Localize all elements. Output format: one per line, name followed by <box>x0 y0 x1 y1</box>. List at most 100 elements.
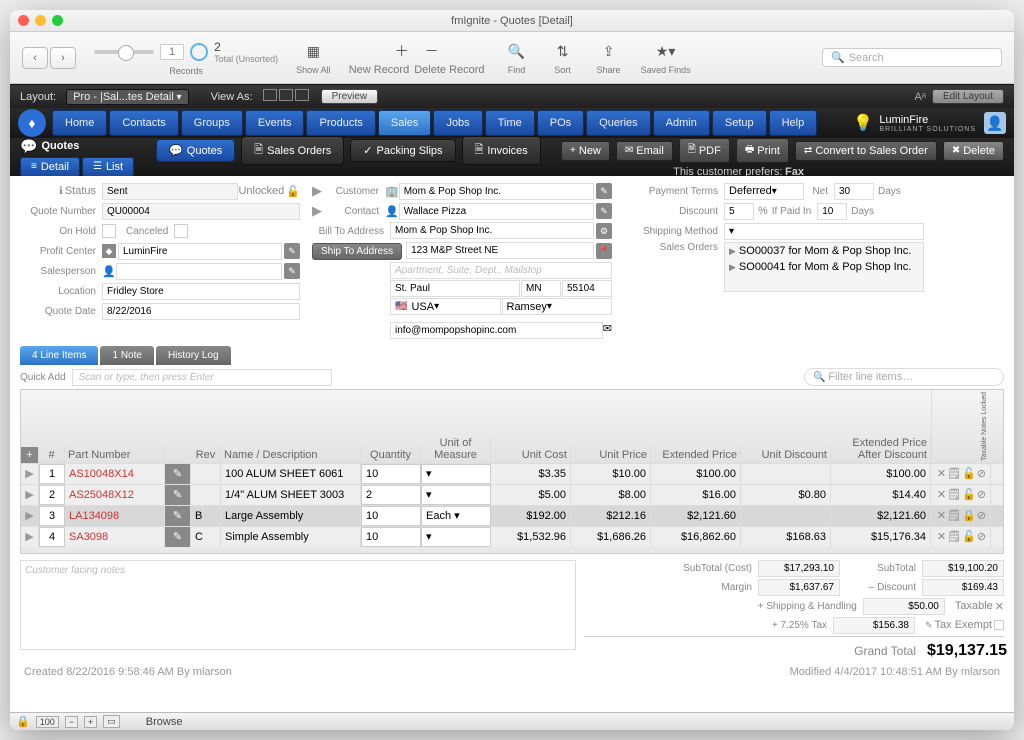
tab-invoices[interactable]: 🗎 Invoices <box>462 136 541 165</box>
edit-icon[interactable]: ✎ <box>596 203 612 219</box>
tab-salesorders[interactable]: 🗎 Sales Orders <box>241 136 344 165</box>
sort-icon[interactable]: ⇅ <box>549 41 577 63</box>
view-as-icons[interactable] <box>263 89 311 104</box>
location-field[interactable]: Fridley Store <box>102 283 300 300</box>
delete-icon[interactable]: ⊘ <box>977 509 986 522</box>
edit-icon[interactable]: ✎ <box>165 527 191 547</box>
billto-company[interactable]: Mom & Pop Shop Inc. <box>390 222 594 239</box>
edit-icon[interactable]: ✎ <box>596 183 612 199</box>
street-field[interactable]: 123 M&P Street NE <box>406 242 594 259</box>
note-icon[interactable]: 🗒 <box>947 467 961 480</box>
tab-history[interactable]: History Log <box>156 346 231 365</box>
play-icon[interactable]: ▶ <box>21 464 39 484</box>
tab-quotes[interactable]: 💬 Quotes <box>156 139 235 162</box>
zoom-level[interactable]: 100 <box>36 716 59 728</box>
mail-icon[interactable]: ✉ <box>603 322 612 340</box>
sales-orders-list[interactable]: SO00037 for Mom & Pop Shop Inc.SO00041 f… <box>724 242 924 292</box>
table-row[interactable]: ▶ 3 LA134098 ✎ B Large Assembly 10 Each … <box>21 505 1003 526</box>
customer-field[interactable]: Mom & Pop Shop Inc. <box>399 183 594 200</box>
flame-icon[interactable]: ♦ <box>18 109 46 137</box>
onhold-checkbox[interactable] <box>102 224 116 238</box>
close-icon[interactable]: ✕ <box>937 467 946 480</box>
record-number[interactable]: 1 <box>160 44 184 60</box>
quickadd-input[interactable]: Scan or type, then press Enter <box>72 369 332 386</box>
new-button[interactable]: + New <box>561 141 610 161</box>
delete-icon[interactable]: ⊘ <box>977 488 986 501</box>
nav-setup[interactable]: Setup <box>712 110 767 136</box>
nav-jobs[interactable]: Jobs <box>433 110 482 136</box>
delete-icon[interactable]: ⊘ <box>977 467 986 480</box>
map-pin-icon[interactable]: 📍 <box>596 243 612 259</box>
nav-time[interactable]: Time <box>485 110 535 136</box>
nav-products[interactable]: Products <box>306 110 375 136</box>
zoom-out-icon[interactable]: − <box>65 716 78 728</box>
gear-icon[interactable]: ⚙ <box>596 223 612 239</box>
contact-field[interactable]: Wallace Pizza <box>399 203 594 220</box>
note-icon[interactable]: 🗒 <box>947 530 961 543</box>
table-row[interactable]: ▶ 2 AS25048X12 ✎ 1/4" ALUM SHEET 3003 2 … <box>21 484 1003 505</box>
shipmethod-field[interactable]: ▾ <box>724 223 924 240</box>
notes-textarea[interactable]: Customer facing notes <box>20 560 576 650</box>
country-field[interactable]: 🇺🇸 USA ▾ <box>390 298 501 315</box>
next-record-button[interactable]: › <box>50 47 76 69</box>
so-item[interactable]: SO00037 for Mom & Pop Shop Inc. <box>725 243 923 259</box>
shipto-button[interactable]: Ship To Address <box>312 243 402 260</box>
note-icon[interactable]: 🗒 <box>947 488 961 501</box>
nav-pos[interactable]: POs <box>537 110 584 136</box>
nav-contacts[interactable]: Contacts <box>109 110 178 136</box>
layout-selector[interactable]: Pro - |Sal...tes Detail ▾ <box>66 89 188 105</box>
play-icon[interactable]: ▶ <box>21 485 39 505</box>
delete-record-icon[interactable]: － <box>418 40 446 62</box>
canceled-checkbox[interactable] <box>174 224 188 238</box>
so-item[interactable]: SO00041 for Mom & Pop Shop Inc. <box>725 259 923 275</box>
email-field[interactable]: info@mompopshopinc.com <box>390 322 603 339</box>
edit-icon[interactable]: ✎ <box>165 464 191 484</box>
new-record-icon[interactable]: ＋ <box>388 40 416 62</box>
edit-icon[interactable]: ✎ <box>284 243 300 259</box>
nav-help[interactable]: Help <box>769 110 818 136</box>
delete-button[interactable]: ✖ Delete <box>943 141 1004 161</box>
edit-layout-button[interactable]: Edit Layout <box>932 89 1004 104</box>
filter-input[interactable]: 🔍 Filter line items… <box>804 368 1004 386</box>
add-row-icon[interactable]: + <box>21 447 39 463</box>
nav-home[interactable]: Home <box>52 110 107 136</box>
terms-field[interactable]: Deferred ▾ <box>724 183 804 200</box>
delete-icon[interactable]: ⊘ <box>977 530 986 543</box>
print-button[interactable]: 🖶 Print <box>736 138 789 163</box>
profit-field[interactable]: LuminFire <box>118 243 282 260</box>
close-icon[interactable]: ✕ <box>937 530 946 543</box>
nav-events[interactable]: Events <box>245 110 305 136</box>
lock-icon[interactable]: 🔒 <box>962 509 976 522</box>
toggle-icon[interactable]: ▭ <box>103 715 120 728</box>
city-field[interactable]: St. Paul <box>390 280 520 297</box>
shipping-field[interactable]: $50.00 <box>863 598 945 615</box>
play-icon[interactable]: ▶ <box>312 203 322 219</box>
edit-icon[interactable]: ✎ <box>165 485 191 505</box>
play-icon[interactable]: ▶ <box>21 506 39 526</box>
apt-field[interactable]: Apartment, Suite, Dept., Mailstop <box>390 262 612 279</box>
pdf-button[interactable]: 🗎 PDF <box>679 138 730 163</box>
taxexempt-checkbox[interactable] <box>994 620 1004 630</box>
convert-button[interactable]: ⇄ Convert to Sales Order <box>795 141 937 161</box>
nav-queries[interactable]: Queries <box>586 110 651 136</box>
discount-field[interactable]: 5 <box>724 203 754 220</box>
lock-icon[interactable]: 🔓 <box>286 185 300 198</box>
edit-icon[interactable]: ✎ <box>284 263 300 279</box>
close-icon[interactable]: ✕ <box>937 488 946 501</box>
play-icon[interactable]: ▶ <box>312 183 322 199</box>
detail-button[interactable]: ≡ Detail <box>20 157 80 177</box>
search-input[interactable]: 🔍 Search <box>822 48 1002 67</box>
preview-button[interactable]: Preview <box>321 89 379 104</box>
table-row[interactable]: ▶ 4 SA3098 ✎ C Simple Assembly 10 ▾ $1,5… <box>21 526 1003 547</box>
zoom-in-icon[interactable]: + <box>84 716 97 728</box>
county-field[interactable]: Ramsey ▾ <box>502 298 613 315</box>
play-icon[interactable]: ▶ <box>21 527 39 547</box>
tab-lineitems[interactable]: 4 Line Items <box>20 346 98 365</box>
edit-icon[interactable]: ✎ <box>165 506 191 526</box>
salesperson-field[interactable] <box>116 263 282 280</box>
nav-admin[interactable]: Admin <box>653 110 710 136</box>
record-slider[interactable] <box>94 50 154 54</box>
status-field[interactable]: Sent <box>102 183 238 200</box>
tab-note[interactable]: 1 Note <box>100 346 153 365</box>
lock-icon[interactable]: 🔓 <box>962 530 976 543</box>
